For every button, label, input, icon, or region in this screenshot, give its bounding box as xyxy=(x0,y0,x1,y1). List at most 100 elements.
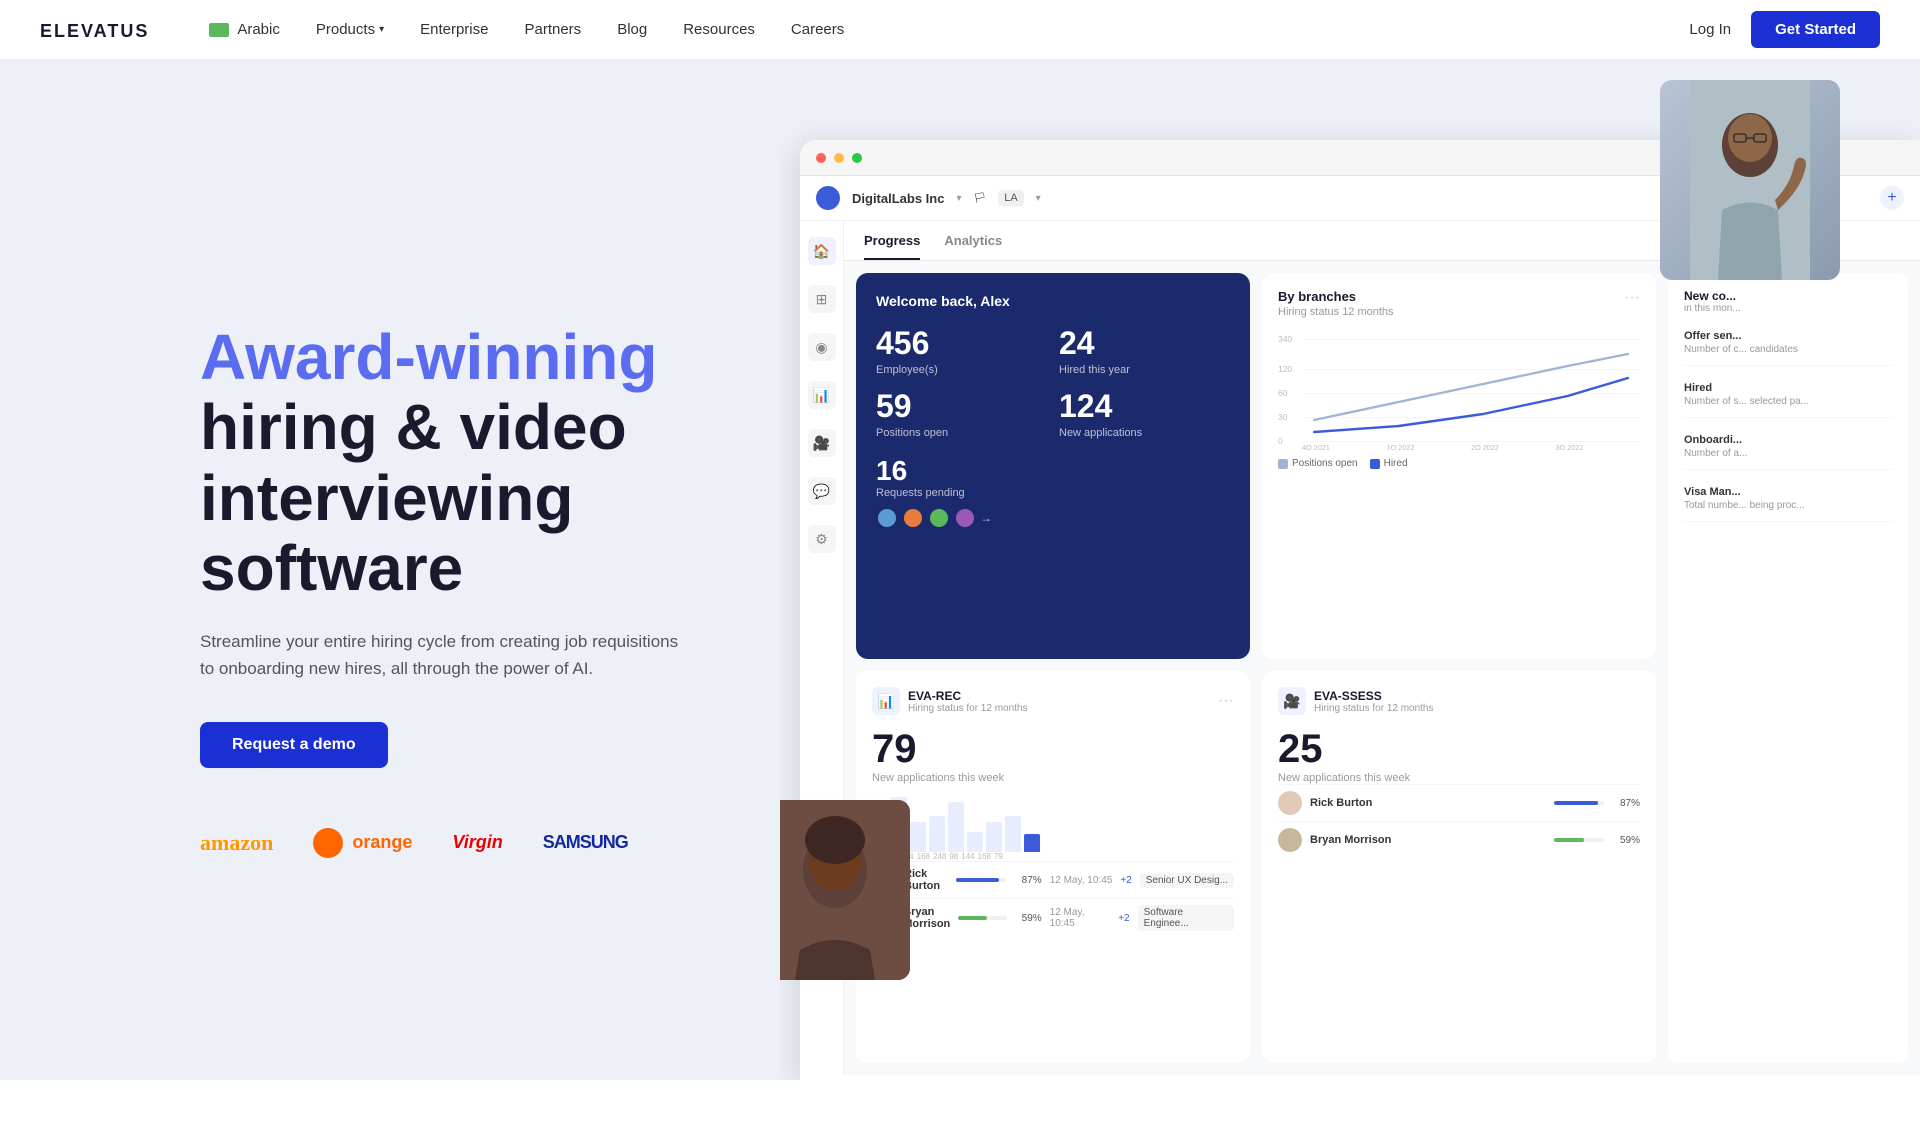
svg-text:2Q 2022: 2Q 2022 xyxy=(1471,443,1499,450)
arrow-icon[interactable]: → xyxy=(980,511,992,525)
partner-samsung: SAMSUNG xyxy=(543,832,628,853)
welcome-card: Welcome back, Alex 456 Employee(s) 24 Hi… xyxy=(856,273,1250,659)
eva-rec-name: EVA-REC xyxy=(908,689,1028,703)
login-button[interactable]: Log In xyxy=(1689,21,1731,38)
eva-rec-menu[interactable]: ··· xyxy=(1218,692,1234,710)
flag-small-icon: 🏳 xyxy=(974,193,987,204)
ssess-cand-name-2: Bryan Morrison xyxy=(1310,834,1546,846)
svg-text:1Q 2022: 1Q 2022 xyxy=(1387,443,1415,450)
window-dot-green xyxy=(852,153,862,163)
chevron-down-icon: ▾ xyxy=(379,24,384,35)
svg-text:120: 120 xyxy=(1278,364,1292,374)
sidebar-chart-icon[interactable]: 📊 xyxy=(808,381,836,409)
nav-blog[interactable]: Blog xyxy=(617,21,647,38)
bar-7 xyxy=(986,822,1002,852)
ssess-progress-bar-1 xyxy=(1554,801,1598,805)
svg-text:30: 30 xyxy=(1278,412,1288,422)
cand-percent-2: 59% xyxy=(1015,913,1042,924)
company-name: DigitalLabs Inc xyxy=(852,191,944,206)
window-dot-yellow xyxy=(834,153,844,163)
nav-enterprise[interactable]: Enterprise xyxy=(420,21,488,38)
cand-percent-1: 87% xyxy=(1014,875,1042,886)
svg-text:4Q 2021: 4Q 2021 xyxy=(1302,443,1330,450)
nav-arabic[interactable]: Arabic xyxy=(209,21,280,38)
dashboard-main: Progress Analytics Welcome back, Alex 45… xyxy=(844,221,1920,1075)
stat-hired-label: Hired this year xyxy=(1059,364,1230,376)
eva-ssess-icon: 🎥 xyxy=(1278,687,1306,715)
bar-4 xyxy=(929,816,945,852)
mini-avatar-2 xyxy=(902,507,924,529)
person-photo-top xyxy=(1660,80,1840,280)
branches-subtitle: Hiring status 12 months xyxy=(1278,306,1394,318)
stat-employees: 456 Employee(s) xyxy=(876,325,1047,376)
partner-virgin: Virgin xyxy=(452,832,502,853)
sidebar-settings-icon[interactable]: ⚙ xyxy=(808,525,836,553)
ssess-cand-progress-2 xyxy=(1554,838,1604,842)
pending-value: 16 xyxy=(876,455,1230,487)
nav-partners[interactable]: Partners xyxy=(524,21,581,38)
new-col-hired: Hired Number of s... selected pa... xyxy=(1684,382,1892,418)
bar-9 xyxy=(1024,834,1040,852)
dashboard-mockup: DigitalLabs Inc ▾ 🏳 LA ▾ + 🏠 ⊞ ◉ 📊 🎥 xyxy=(800,140,1920,1080)
candidate-row-1: Rick Burton 87% 12 May, 10:45 +2 Senior … xyxy=(872,861,1234,898)
branches-menu-icon[interactable]: ··· xyxy=(1624,289,1640,307)
nav-resources[interactable]: Resources xyxy=(683,21,755,38)
pending-label: Requests pending xyxy=(876,487,1230,499)
cand-progress-2 xyxy=(958,916,1006,920)
flag-icon xyxy=(209,23,229,37)
svg-text:60: 60 xyxy=(1278,388,1288,398)
logo: ELEVATUS xyxy=(40,17,149,43)
partner-orange: orange xyxy=(313,828,412,858)
mini-avatar-4 xyxy=(954,507,976,529)
stat-applications: 124 New applications xyxy=(1059,388,1230,439)
sidebar-message-icon[interactable]: 💬 xyxy=(808,477,836,505)
sidebar-home-icon[interactable]: 🏠 xyxy=(808,237,836,265)
legend-positions: Positions open xyxy=(1278,458,1358,469)
stat-positions-label: Positions open xyxy=(876,427,1047,439)
eva-ssess-period: Hiring status for 12 months xyxy=(1314,703,1434,714)
stats-grid: 456 Employee(s) 24 Hired this year 59 Po… xyxy=(876,325,1230,439)
eva-rec-card: 📊 EVA-REC Hiring status for 12 months ··… xyxy=(856,671,1250,1063)
lang-chevron-icon: ▾ xyxy=(1036,193,1041,204)
hero-right: DigitalLabs Inc ▾ 🏳 LA ▾ + 🏠 ⊞ ◉ 📊 🎥 xyxy=(780,60,1920,1080)
hero-title-main: hiring & video interviewing software xyxy=(200,392,700,603)
svg-text:0: 0 xyxy=(1278,436,1283,446)
partner-logos: amazon orange Virgin SAMSUNG xyxy=(200,828,700,858)
cand-progress-bar-1 xyxy=(956,878,1000,882)
legend-dot-hired xyxy=(1370,459,1380,469)
branches-chart: 340 120 60 30 0 xyxy=(1278,330,1640,450)
tab-analytics[interactable]: Analytics xyxy=(944,233,1002,260)
legend-hired: Hired xyxy=(1370,458,1408,469)
bar-8 xyxy=(1005,816,1021,852)
bar-5 xyxy=(948,802,964,852)
bar-6 xyxy=(967,832,983,852)
new-col-card: New co... in this mon... Offer sen... Nu… xyxy=(1668,273,1908,1063)
window-dot-red xyxy=(816,153,826,163)
new-col-onboard-desc: Number of a... xyxy=(1684,448,1892,459)
branches-card: By branches Hiring status 12 months ··· … xyxy=(1262,273,1656,659)
nav-careers[interactable]: Careers xyxy=(791,21,844,38)
new-col-onboard: Onboardi... Number of a... xyxy=(1684,434,1892,470)
new-col-onboard-label: Onboardi... xyxy=(1684,434,1892,446)
eva-ssess-label: New applications this week xyxy=(1278,772,1640,784)
sidebar-eye-icon[interactable]: ◉ xyxy=(808,333,836,361)
nav-products[interactable]: Products ▾ xyxy=(316,21,384,38)
ssess-cand-name-1: Rick Burton xyxy=(1310,797,1546,809)
tab-progress[interactable]: Progress xyxy=(864,233,920,260)
new-col-visa: Visa Man... Total numbe... being proc... xyxy=(1684,486,1892,522)
cand-badge-2: Software Enginee... xyxy=(1138,905,1234,931)
new-col-offer-sent: Offer sen... Number of c... candidates xyxy=(1684,330,1892,366)
branches-title: By branches xyxy=(1278,289,1394,304)
new-col-hired-label: Hired xyxy=(1684,382,1892,394)
stat-employees-value: 456 xyxy=(876,325,1047,362)
ssess-cand-percent-1: 87% xyxy=(1612,798,1640,809)
get-started-button[interactable]: Get Started xyxy=(1751,11,1880,48)
navbar: ELEVATUS Arabic Products ▾ Enterprise Pa… xyxy=(0,0,1920,60)
add-button[interactable]: + xyxy=(1880,186,1904,210)
sidebar-grid-icon[interactable]: ⊞ xyxy=(808,285,836,313)
eva-rec-period: Hiring status for 12 months xyxy=(908,703,1028,714)
nav-links: Arabic Products ▾ Enterprise Partners Bl… xyxy=(209,21,1689,38)
request-demo-button[interactable]: Request a demo xyxy=(200,722,388,768)
sidebar-video-icon[interactable]: 🎥 xyxy=(808,429,836,457)
candidate-row-2: Bryan Morrison 59% 12 May, 10:45 +2 Soft… xyxy=(872,898,1234,937)
